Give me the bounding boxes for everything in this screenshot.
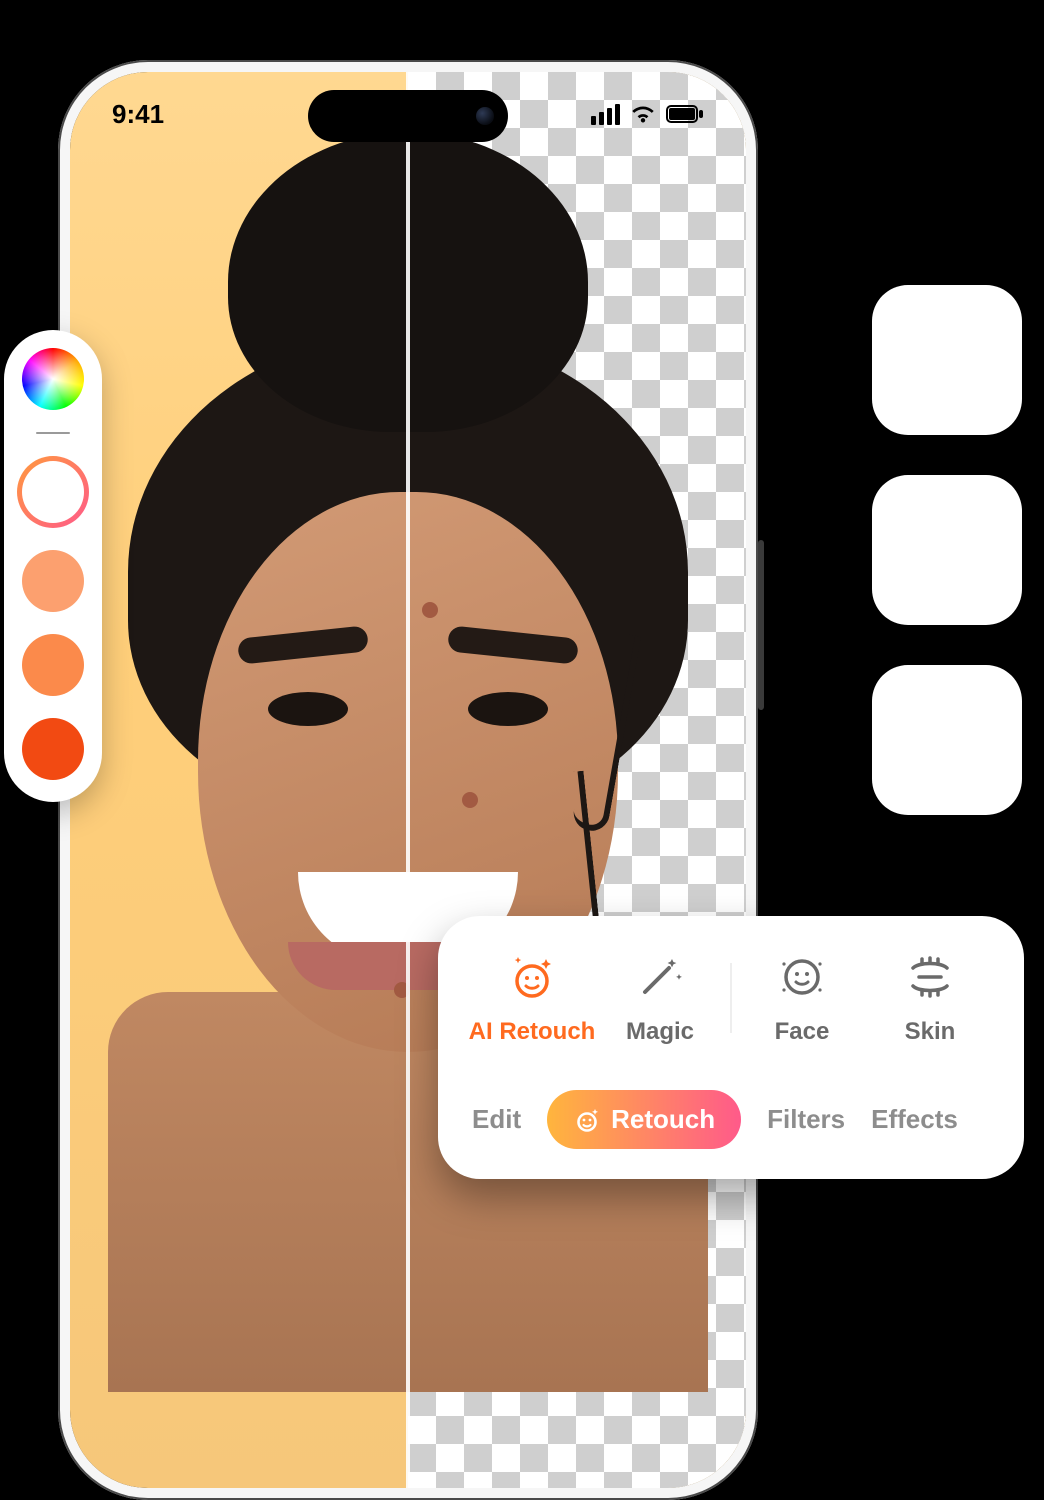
tab-retouch-label: Retouch [611,1104,715,1135]
color-swatch-3[interactable] [22,718,84,780]
color-wheel-picker[interactable] [22,348,84,410]
side-cards [872,285,1022,815]
tool-face[interactable]: Face [738,950,866,1046]
skin-icon [905,950,955,1004]
phone-screen: 9:41 [70,72,746,1488]
tab-edit[interactable]: Edit [472,1104,521,1135]
palette-separator [36,432,70,434]
before-after-divider[interactable] [406,72,410,1488]
color-swatch-1[interactable] [22,550,84,612]
tab-filters[interactable]: Filters [767,1104,845,1135]
tool-magic[interactable]: Magic [596,950,724,1046]
side-card-2[interactable] [872,475,1022,625]
tab-effects[interactable]: Effects [871,1104,958,1135]
selected-color-ring[interactable] [17,456,89,528]
tool-label: Magic [626,1018,694,1046]
battery-icon [666,105,704,123]
retouch-pill-icon [573,1106,601,1134]
tool-label: AI Retouch [469,1018,596,1046]
tool-label: Skin [905,1018,956,1046]
dynamic-island [308,90,508,142]
magic-wand-icon [635,950,685,1004]
tools-panel: AI Retouch Magic [438,916,1024,1179]
status-time: 9:41 [112,99,164,130]
color-palette [4,330,102,802]
editor-canvas[interactable] [70,72,746,1488]
face-icon [777,950,827,1004]
signal-icon [591,104,620,125]
tool-row: AI Retouch Magic [468,950,994,1046]
tab-retouch[interactable]: Retouch [547,1090,741,1149]
side-card-1[interactable] [872,285,1022,435]
wifi-icon [630,104,656,124]
tool-skin[interactable]: Skin [866,950,994,1046]
tab-row: Edit Retouch Filters Effects [468,1090,994,1149]
tool-divider [730,963,732,1033]
side-card-3[interactable] [872,665,1022,815]
color-swatch-2[interactable] [22,634,84,696]
phone-side-button [758,540,764,710]
tool-ai-retouch[interactable]: AI Retouch [468,950,596,1046]
ai-retouch-icon [506,950,558,1004]
transparent-background [408,72,746,1488]
camera-dot [476,107,494,125]
tool-label: Face [775,1018,830,1046]
phone-mockup: 9:41 [58,60,758,1500]
